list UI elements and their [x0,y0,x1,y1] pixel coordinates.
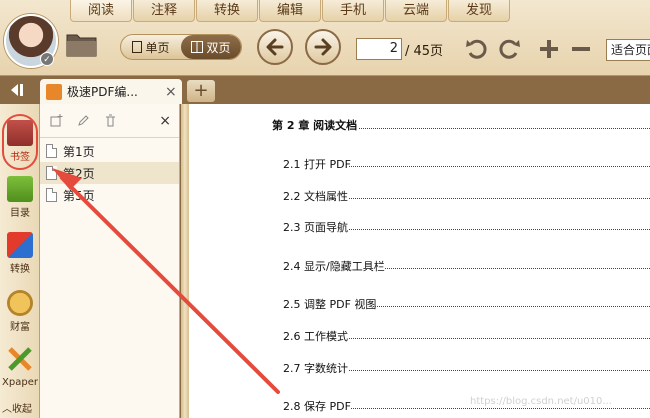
toc-leader [349,370,650,371]
close-tab-icon[interactable]: × [165,84,177,100]
bookmark-item[interactable]: 第1页 [40,140,179,162]
bookmark-label: 第5页 [63,188,95,203]
bookmark-list: 第1页 第2页 第5页 [40,138,179,206]
collapse-left-icon [11,84,23,96]
toggle-sidebar-button[interactable] [4,80,32,100]
sidebar-item-contents[interactable]: 目录 [0,170,40,226]
menu-tab-read[interactable]: 阅读 [70,0,132,22]
toc-leader [349,229,650,230]
money-bag-icon [7,290,33,316]
user-badge-icon: ✓ [40,52,54,66]
menu-tab-edit[interactable]: 编辑 [259,0,321,22]
sidebar-item-xpaper[interactable]: Xpaper [0,340,40,396]
bookmark-panel: × 第1页 第2页 第5页 [40,104,180,418]
next-page-button[interactable] [305,29,341,65]
menu-tab-convert[interactable]: 转换 [196,0,258,22]
arrow-right-icon [314,38,332,56]
double-page-button[interactable]: 双页 [181,35,241,59]
toc-entry[interactable]: 2.7 字数统计 [283,360,348,376]
sidebar-item-label: 财富 [10,322,30,333]
bookmark-toolbar: × [40,104,179,138]
zoom-select[interactable]: 适合页面 [606,39,650,61]
sidebar-item-label: 目录 [10,208,30,219]
bookmark-highlight-ring [2,114,38,170]
page-icon [46,144,57,158]
sidebar-item-convert[interactable]: 转换 [0,226,40,282]
add-bookmark-icon[interactable] [50,114,63,127]
bookmark-item[interactable]: 第5页 [40,184,179,206]
delete-bookmark-icon[interactable] [104,114,117,127]
menu-tab-annotate[interactable]: 注释 [133,0,195,22]
toc-entry[interactable]: 2.6 工作模式 [283,328,348,344]
new-tab-button[interactable]: + [187,80,215,102]
sidebar-item-label: 转换 [10,264,30,275]
toc-entry[interactable]: 2.1 打开 PDF [283,156,351,172]
single-page-icon [132,41,143,53]
rotate-left-icon[interactable] [464,36,490,62]
bookmark-item[interactable]: 第2页 [40,162,179,184]
toc-leader [359,128,650,129]
zoom-in-icon[interactable] [536,36,562,62]
menu-tab-discover[interactable]: 发现 [448,0,510,22]
page-icon [46,166,57,180]
open-folder-icon[interactable] [66,30,98,58]
rotate-right-icon[interactable] [496,36,522,62]
menu-tab-cloud[interactable]: 云端 [385,0,447,22]
panel-splitter[interactable] [181,104,189,418]
double-page-icon [191,41,204,53]
toc-leader [349,166,650,167]
menu-tab-mobile[interactable]: 手机 [322,0,384,22]
collapse-sidebar-button[interactable]: ︿收起 [2,400,32,415]
pdf-app-icon [46,83,62,100]
arrow-left-icon [266,38,284,56]
toc-entry[interactable]: 2.5 调整 PDF 视图 [283,296,376,312]
double-page-label: 双页 [206,40,231,55]
single-page-label: 单页 [145,40,170,55]
document-tab-strip: 极速PDF编... × + [0,76,650,104]
top-toolbar: 阅读 注释 转换 编辑 手机 云端 发现 ✓ 单页 双页 2 / 45页 适合页 [0,0,650,76]
page-total-label: / 45页 [405,44,444,59]
previous-page-button[interactable] [257,29,293,65]
contents-icon [7,176,33,202]
sidebar-item-wealth[interactable]: 财富 [0,284,40,340]
single-page-button[interactable]: 单页 [121,35,181,59]
page-number-input[interactable]: 2 [356,38,402,60]
page-view-toggle: 单页 双页 [120,34,242,60]
toc-leader [349,338,650,339]
toc-leader [349,198,650,199]
chapter-heading: 第 2 章 阅读文档 [272,119,358,132]
bookmark-label: 第2页 [63,166,95,181]
toc-entry[interactable]: 2.2 文档属性 [283,188,348,204]
toc-entry[interactable]: 2.3 页面导航 [283,219,348,235]
edit-bookmark-icon[interactable] [77,114,90,127]
page-icon [46,188,57,202]
toc-entry[interactable]: 2.4 显示/隐藏工具栏 [283,258,385,274]
document-tab[interactable]: 极速PDF编... × [40,79,182,104]
toc-leader [385,268,650,269]
toc-leader [373,306,650,307]
pdf-to-word-icon [7,232,33,258]
toc-leader [351,408,650,409]
document-view[interactable]: 第 2 章 阅读文档 2.1 打开 PDF 2.2 文档属性 2.3 页面导航 … [189,104,650,418]
toc-entry[interactable]: 2.8 保存 PDF [283,398,351,414]
bookmark-label: 第1页 [63,144,95,159]
document-tab-title: 极速PDF编... [67,85,138,99]
xpaper-icon [8,347,32,371]
menu-bar: 阅读 注释 转换 编辑 手机 云端 发现 [70,0,511,22]
watermark: https://blog.csdn.net/u010... [470,396,612,407]
zoom-out-icon[interactable] [568,36,594,62]
close-panel-icon[interactable]: × [159,113,171,129]
sidebar-item-label: Xpaper [2,377,38,388]
